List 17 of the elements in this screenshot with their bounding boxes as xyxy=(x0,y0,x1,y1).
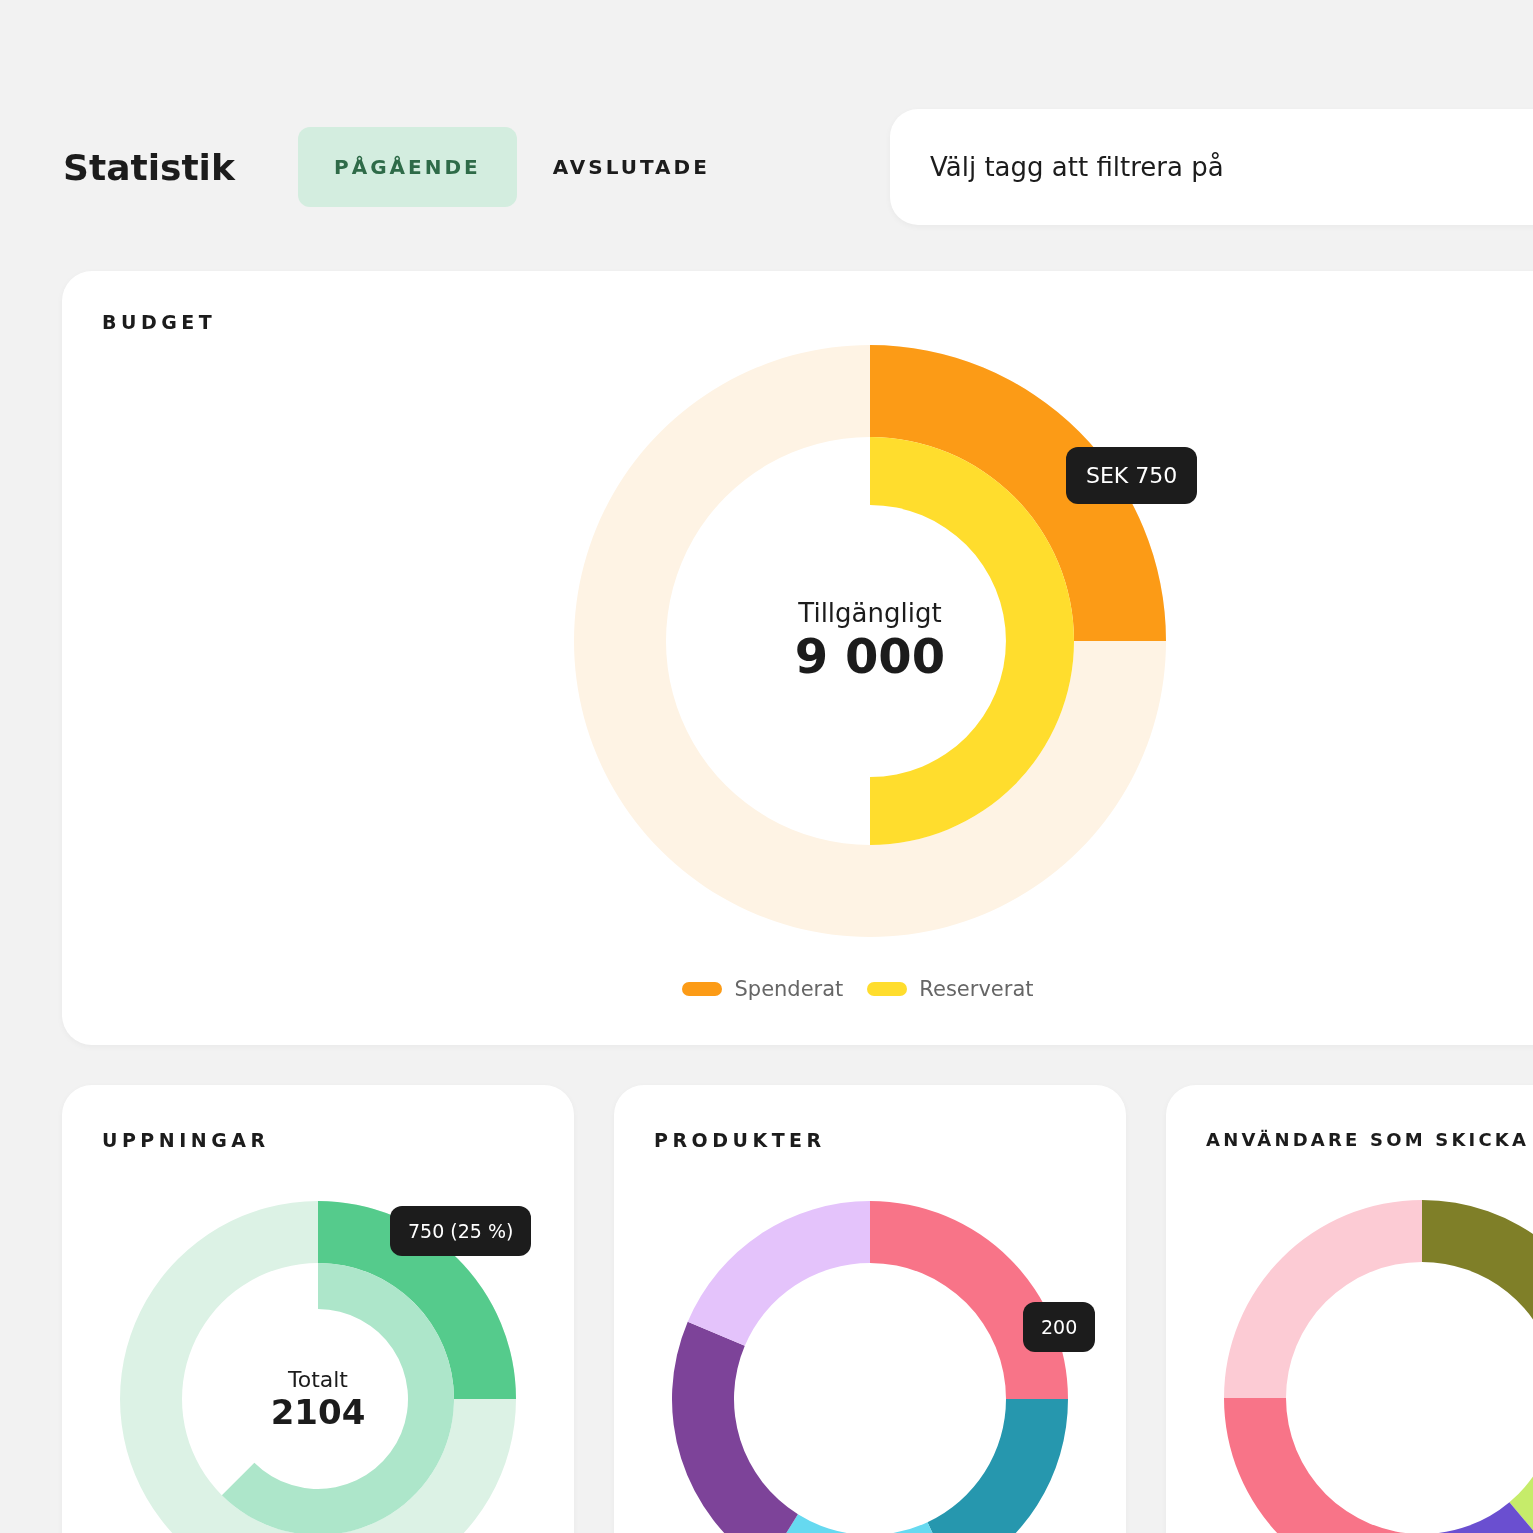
center-label: Tillgängligt xyxy=(798,598,942,628)
center-label: Totalt xyxy=(288,1366,348,1392)
card-title: BUDGET xyxy=(102,311,217,333)
tab[interactable]: PÅGÅENDE xyxy=(298,127,517,207)
card-title: ANVÄNDARE SOM SKICKA xyxy=(1206,1129,1530,1150)
center-value: 2104 xyxy=(270,1391,366,1432)
center-value: 9 000 xyxy=(794,628,946,684)
tooltip: 750 (25 %) xyxy=(390,1206,532,1256)
tooltip: 200 xyxy=(1023,1302,1096,1352)
legend-label: Spenderat xyxy=(734,977,844,1001)
tooltip: SEK 750 xyxy=(1066,447,1198,504)
card-title: UPPNINGAR xyxy=(102,1129,270,1151)
tag-filter-field[interactable]: Välj tagg att filtrera på xyxy=(890,109,1533,225)
page-title: Statistik xyxy=(63,146,237,188)
tab[interactable]: AVSLUTADE xyxy=(530,127,732,207)
card-title: PRODUKTER xyxy=(654,1129,826,1151)
legend-label: Reserverat xyxy=(919,977,1034,1001)
